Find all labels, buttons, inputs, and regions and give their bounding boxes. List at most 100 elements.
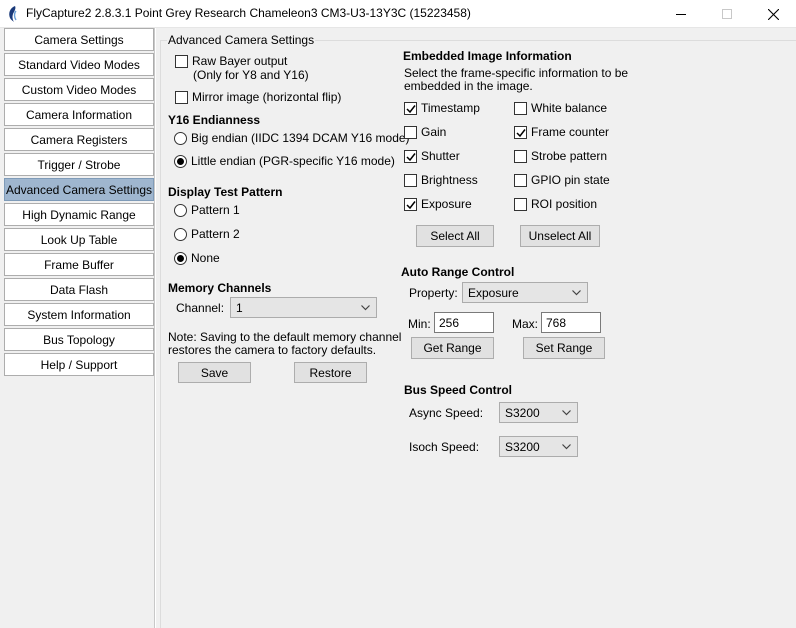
save-button[interactable]: Save	[178, 362, 251, 383]
sidebar-item-label: Custom Video Modes	[21, 82, 137, 97]
group-title: Advanced Camera Settings	[167, 33, 316, 47]
strobe-pattern-label: Strobe pattern	[531, 149, 608, 163]
sidebar-item-label: Trigger / Strobe	[37, 157, 121, 172]
minimize-button[interactable]	[658, 0, 704, 28]
chevron-down-icon	[361, 304, 370, 310]
restore-button[interactable]: Restore	[294, 362, 367, 383]
sidebar-item-label: Data Flash	[49, 282, 109, 297]
gpio-pin-state-label: GPIO pin state	[531, 173, 610, 187]
checkmark-icon	[516, 129, 526, 138]
pattern-none-radio[interactable]	[174, 252, 187, 265]
checkmark-icon	[406, 105, 416, 114]
unselect-all-button[interactable]: Unselect All	[520, 225, 600, 247]
sidebar-item-label: High Dynamic Range	[22, 207, 136, 222]
radio-selected-dot	[177, 158, 184, 165]
embedded-info-desc-line1: Select the frame-specific information to…	[404, 66, 629, 80]
maximize-button[interactable]	[704, 0, 750, 28]
get-range-button[interactable]: Get Range	[411, 337, 494, 359]
select-all-button[interactable]: Select All	[416, 225, 494, 247]
raw-bayer-checkbox[interactable]	[175, 55, 188, 68]
async-speed-value: S3200	[505, 405, 540, 420]
frame-counter-label: Frame counter	[531, 125, 610, 139]
gpio-pin-state-checkbox[interactable]	[514, 174, 527, 187]
select-all-label: Select All	[430, 229, 480, 243]
white-balance-checkbox[interactable]	[514, 102, 527, 115]
sidebar-item-label: Advanced Camera Settings	[5, 182, 153, 197]
isoch-speed-label: Isoch Speed:	[409, 440, 480, 454]
checkmark-icon	[406, 153, 416, 162]
set-range-button[interactable]: Set Range	[523, 337, 605, 359]
bus-speed-heading: Bus Speed Control	[404, 383, 513, 397]
timestamp-label: Timestamp	[421, 101, 480, 115]
gain-checkbox[interactable]	[404, 126, 417, 139]
app-icon	[9, 6, 17, 22]
memory-channels-heading: Memory Channels	[168, 281, 272, 295]
raw-bayer-sublabel: (Only for Y8 and Y16)	[193, 68, 309, 82]
brightness-checkbox[interactable]	[404, 174, 417, 187]
sidebar-item-camera-registers[interactable]: Camera Registers	[4, 128, 154, 151]
close-button[interactable]	[750, 0, 796, 28]
unselect-all-label: Unselect All	[528, 229, 592, 243]
async-speed-dropdown[interactable]: S3200	[499, 402, 578, 423]
sidebar-item-camera-information[interactable]: Camera Information	[4, 103, 154, 126]
min-label: Min:	[408, 317, 431, 331]
sidebar-item-help-support[interactable]: Help / Support	[4, 353, 154, 376]
embedded-info-desc-line2: embedded in the image.	[404, 79, 533, 93]
sidebar-item-label: Camera Registers	[30, 132, 128, 147]
property-dropdown[interactable]: Exposure	[462, 282, 588, 303]
max-value: 768	[546, 315, 567, 330]
max-input[interactable]: 768	[541, 312, 601, 333]
timestamp-checkbox[interactable]	[404, 102, 417, 115]
advanced-settings-panel: Advanced Camera Settings Raw Bayer outpu…	[155, 28, 796, 628]
sidebar-item-look-up-table[interactable]: Look Up Table	[4, 228, 154, 251]
sidebar-item-label: Help / Support	[40, 357, 118, 372]
pattern-2-label: Pattern 2	[191, 227, 240, 241]
min-value: 256	[439, 315, 460, 330]
exposure-checkbox[interactable]	[404, 198, 417, 211]
channel-label: Channel:	[176, 301, 225, 315]
sidebar-item-custom-video-modes[interactable]: Custom Video Modes	[4, 78, 154, 101]
sidebar-item-advanced-camera-settings[interactable]: Advanced Camera Settings	[4, 178, 154, 201]
channel-value: 1	[236, 300, 243, 315]
sidebar-item-data-flash[interactable]: Data Flash	[4, 278, 154, 301]
y16-endianness-heading: Y16 Endianness	[168, 113, 261, 127]
async-speed-label: Async Speed:	[409, 406, 484, 420]
sidebar-item-bus-topology[interactable]: Bus Topology	[4, 328, 154, 351]
shutter-checkbox[interactable]	[404, 150, 417, 163]
pattern-none-label: None	[191, 251, 220, 265]
sidebar-item-high-dynamic-range[interactable]: High Dynamic Range	[4, 203, 154, 226]
roi-position-label: ROI position	[531, 197, 598, 211]
property-label: Property:	[409, 286, 458, 300]
pattern-1-radio[interactable]	[174, 204, 187, 217]
sidebar-item-label: Camera Settings	[34, 32, 124, 47]
sidebar-item-standard-video-modes[interactable]: Standard Video Modes	[4, 53, 154, 76]
frame-counter-checkbox[interactable]	[514, 126, 527, 139]
little-endian-radio[interactable]	[174, 155, 187, 168]
set-range-label: Set Range	[535, 341, 593, 355]
sidebar-item-frame-buffer[interactable]: Frame Buffer	[4, 253, 154, 276]
close-icon	[767, 8, 779, 20]
sidebar-item-camera-settings[interactable]: Camera Settings	[4, 28, 154, 51]
strobe-pattern-checkbox[interactable]	[514, 150, 527, 163]
isoch-speed-dropdown[interactable]: S3200	[499, 436, 578, 457]
save-button-label: Save	[200, 365, 229, 380]
big-endian-radio[interactable]	[174, 132, 187, 145]
sidebar-item-label: Standard Video Modes	[18, 57, 140, 72]
white-balance-label: White balance	[531, 101, 608, 115]
sidebar-item-label: Look Up Table	[40, 232, 118, 247]
minimize-icon	[676, 14, 686, 15]
restore-button-label: Restore	[309, 365, 352, 380]
sidebar-item-system-information[interactable]: System Information	[4, 303, 154, 326]
mirror-image-label: Mirror image (horizontal flip)	[192, 90, 342, 104]
mirror-image-checkbox[interactable]	[175, 91, 188, 104]
memory-note-line1: Note: Saving to the default memory chann…	[168, 330, 402, 344]
get-range-label: Get Range	[423, 341, 482, 355]
sidebar-item-trigger-strobe[interactable]: Trigger / Strobe	[4, 153, 154, 176]
chevron-down-icon	[562, 443, 571, 449]
roi-position-checkbox[interactable]	[514, 198, 527, 211]
isoch-speed-value: S3200	[505, 439, 540, 454]
pattern-2-radio[interactable]	[174, 228, 187, 241]
channel-dropdown[interactable]: 1	[230, 297, 377, 318]
min-input[interactable]: 256	[434, 312, 494, 333]
sidebar-item-label: Camera Information	[25, 107, 133, 122]
